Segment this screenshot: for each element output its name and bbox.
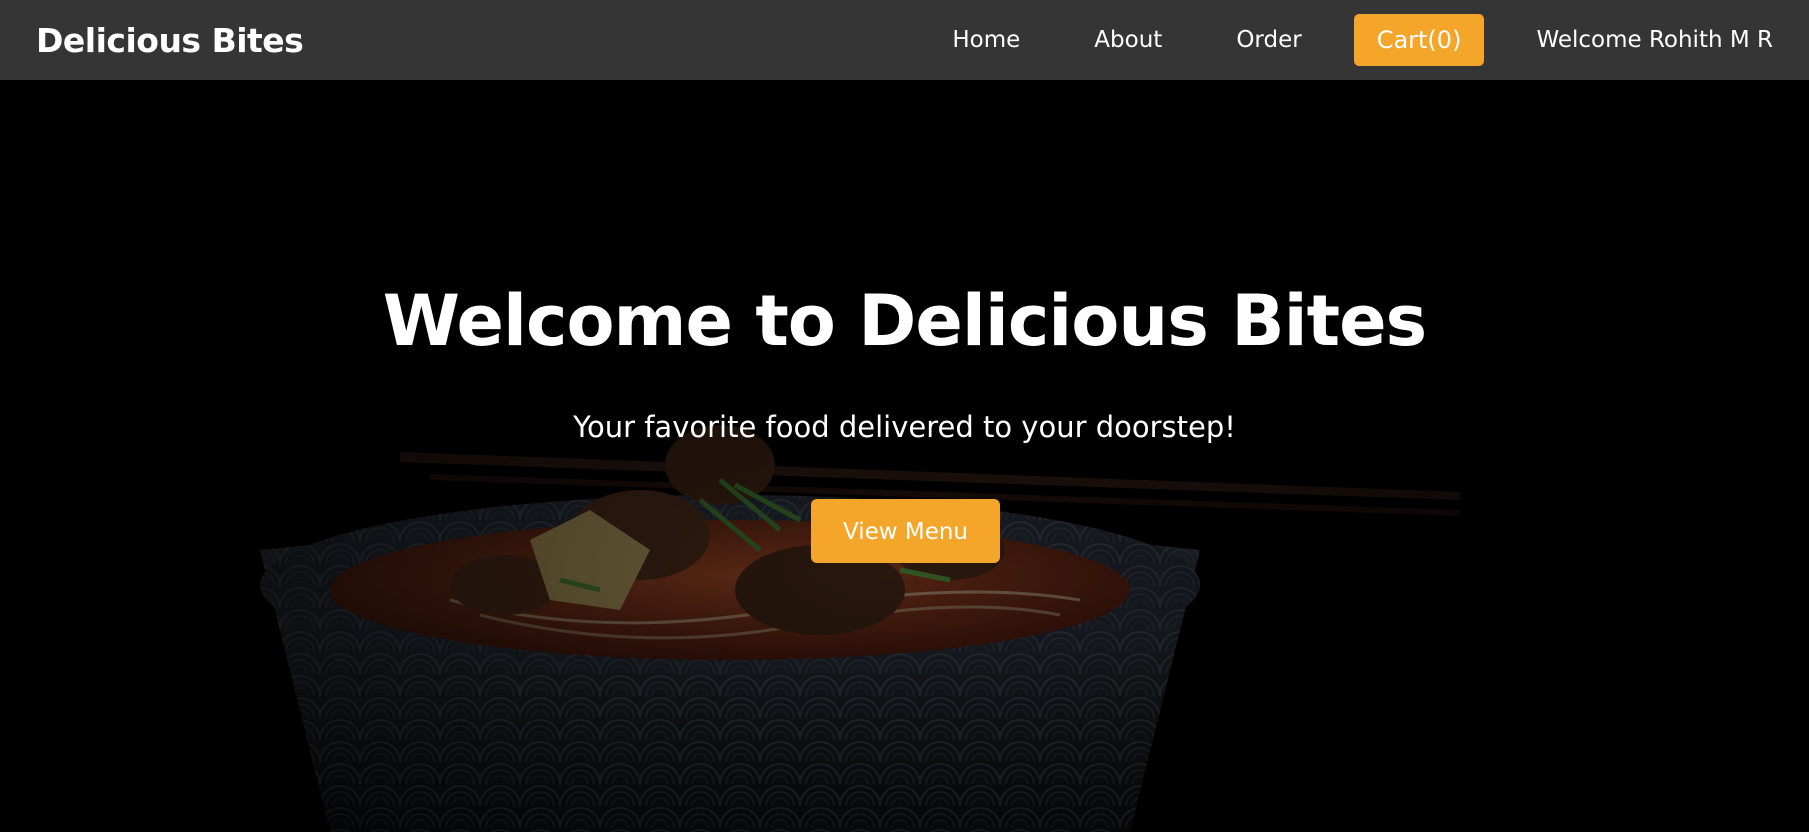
hero-content: Welcome to Delicious Bites Your favorite… [0, 80, 1809, 832]
nav-link-about[interactable]: About [1094, 27, 1162, 53]
navbar: Delicious Bites Home About Order Cart(0)… [0, 0, 1809, 80]
hero-subtitle: Your favorite food delivered to your doo… [573, 410, 1236, 444]
welcome-user-text: Welcome Rohith M R [1536, 27, 1773, 53]
nav-link-order[interactable]: Order [1236, 27, 1301, 53]
nav-link-home[interactable]: Home [952, 27, 1020, 53]
brand-logo[interactable]: Delicious Bites [36, 21, 304, 60]
hero-title: Welcome to Delicious Bites [382, 280, 1427, 362]
view-menu-button[interactable]: View Menu [811, 499, 1000, 563]
nav-menu: Home About Order Cart(0) Welcome Rohith … [952, 14, 1773, 66]
hero-section: Welcome to Delicious Bites Your favorite… [0, 80, 1809, 832]
cart-button[interactable]: Cart(0) [1353, 14, 1485, 66]
